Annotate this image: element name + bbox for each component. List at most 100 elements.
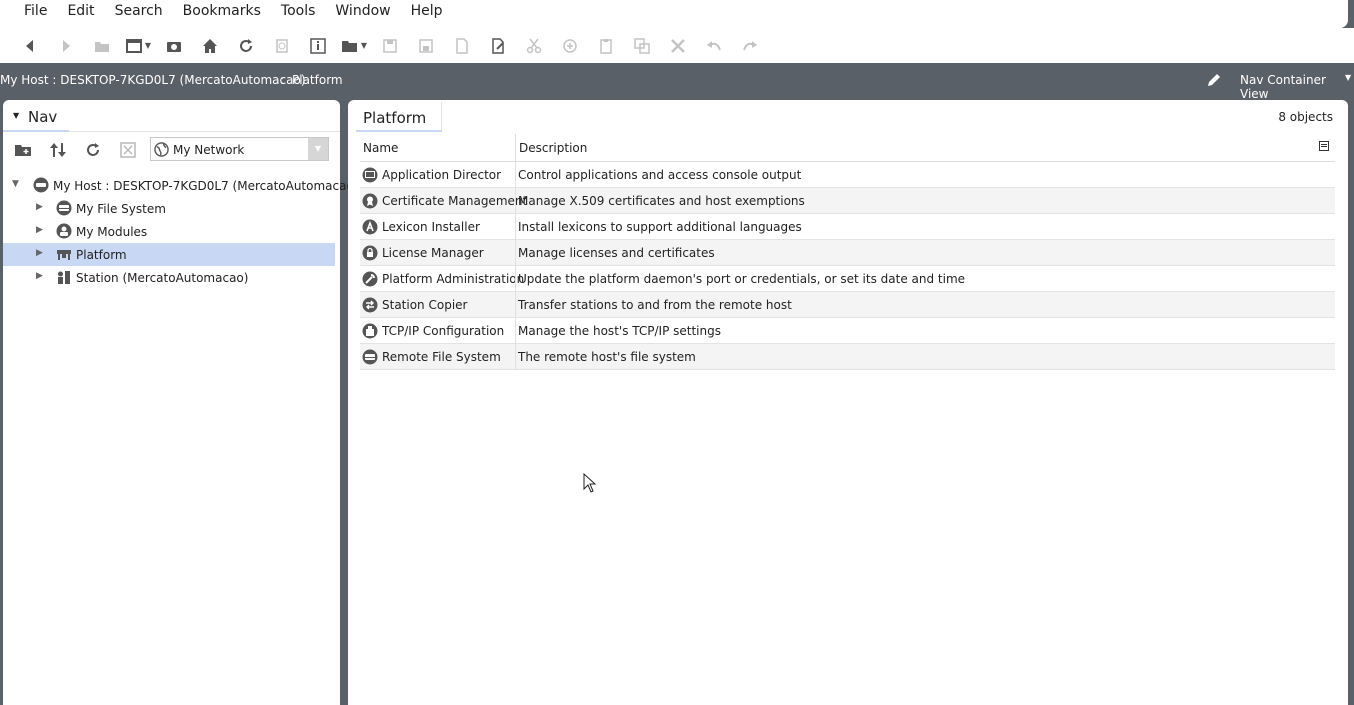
table-row[interactable]: Certificate Management Manage X.509 cert…	[360, 188, 1335, 214]
column-menu-icon[interactable]	[1319, 141, 1329, 151]
cut-button[interactable]	[516, 31, 552, 61]
tree-item-station[interactable]: ▶ Station (MercatoAutomacao)	[3, 266, 335, 289]
column-header-name[interactable]: Name	[363, 141, 398, 155]
certificate-icon	[362, 193, 378, 209]
tree-item-platform[interactable]: ▶ Platform	[3, 243, 335, 266]
tree-label: My Host : DESKTOP-7KGD0L7 (MercatoAutoma…	[53, 179, 359, 193]
modules-icon	[56, 223, 72, 239]
file-system-icon	[56, 200, 72, 216]
refresh-tree-button[interactable]	[82, 139, 104, 161]
history-button[interactable]	[264, 31, 300, 61]
open-button[interactable]: ▼	[336, 31, 372, 61]
forward-button[interactable]	[48, 31, 84, 61]
table-row[interactable]: Station Copier Transfer stations to and …	[360, 292, 1335, 318]
row-description: The remote host's file system	[518, 350, 696, 364]
breadcrumb-host[interactable]: My Host : DESKTOP-7KGD0L7 (MercatoAutoma…	[0, 73, 306, 87]
breadcrumb-platform[interactable]: Platform	[292, 73, 343, 87]
chevron-down-icon[interactable]: ▼	[308, 138, 328, 160]
menu-search[interactable]: Search	[105, 0, 173, 28]
duplicate-icon	[634, 37, 650, 54]
redo-button[interactable]	[732, 31, 768, 61]
station-icon	[58, 271, 70, 284]
tree-item-file-system[interactable]: ▶ My File System	[3, 197, 335, 220]
back-button[interactable]	[12, 31, 48, 61]
menu-tools[interactable]: Tools	[271, 0, 326, 28]
table-row[interactable]: Application Director Control application…	[360, 162, 1335, 188]
save-button[interactable]	[372, 31, 408, 61]
menu-window[interactable]: Window	[325, 0, 400, 28]
view-selector[interactable]: Nav Container View	[1240, 73, 1354, 101]
history-icon	[276, 38, 288, 53]
tree-item-modules[interactable]: ▶ My Modules	[3, 220, 335, 243]
close-icon	[671, 38, 685, 53]
tab-platform[interactable]: Platform	[356, 102, 442, 132]
chevron-down-icon[interactable]: ▼	[13, 111, 19, 120]
table-row[interactable]: Remote File System The remote host's fil…	[360, 344, 1335, 370]
home-button[interactable]	[192, 31, 228, 61]
paste-button[interactable]	[588, 31, 624, 61]
network-select[interactable]: My Network ▼	[150, 137, 329, 161]
menu-file[interactable]: File	[14, 0, 57, 28]
export-icon	[456, 37, 468, 54]
delete-button[interactable]	[660, 31, 696, 61]
table-row[interactable]: Lexicon Installer Install lexicons to su…	[360, 214, 1335, 240]
globe-icon	[154, 142, 169, 157]
scissors-icon	[526, 38, 542, 53]
up-level-button[interactable]	[84, 31, 120, 61]
row-name: Application Director	[382, 168, 502, 182]
info-icon	[310, 37, 326, 54]
redo-icon	[743, 40, 757, 50]
expand-arrow-icon[interactable]: ▶	[36, 202, 43, 212]
nav-tree: ▼ My Host : DESKTOP-7KGD0L7 (MercatoAuto…	[3, 174, 359, 289]
chevron-down-icon[interactable]: ▼	[1345, 73, 1351, 82]
row-name: Certificate Management	[382, 194, 528, 208]
save-all-button[interactable]	[408, 31, 444, 61]
forward-arrow-icon	[63, 39, 70, 52]
new-folder-button[interactable]	[12, 139, 34, 161]
folder-up-icon	[95, 41, 109, 52]
back-arrow-icon	[26, 39, 33, 52]
table-row[interactable]: Platform Administration Update the platf…	[360, 266, 1335, 292]
home-station-button[interactable]	[156, 31, 192, 61]
save-icon	[383, 38, 397, 53]
expand-arrow-icon[interactable]: ▶	[36, 271, 43, 281]
sort-button[interactable]	[47, 139, 69, 161]
menu-edit[interactable]: Edit	[57, 0, 104, 28]
remote-file-system-icon	[362, 349, 378, 365]
save-all-icon	[419, 38, 433, 53]
close-tree-button[interactable]	[117, 139, 139, 161]
sort-icon	[50, 143, 66, 157]
lexicon-icon	[362, 219, 378, 235]
pencil-icon[interactable]	[1206, 72, 1222, 88]
duplicate-button[interactable]	[624, 31, 660, 61]
menu-help[interactable]: Help	[401, 0, 453, 28]
info-button[interactable]	[300, 31, 336, 61]
folder-add-icon	[15, 145, 31, 156]
row-divider	[515, 318, 516, 344]
table-row[interactable]: License Manager Manage licenses and cert…	[360, 240, 1335, 266]
edit-button[interactable]	[480, 31, 516, 61]
row-name: Platform Administration	[382, 272, 525, 286]
tree-root-host[interactable]: ▼ My Host : DESKTOP-7KGD0L7 (MercatoAuto…	[3, 174, 359, 197]
menu-bookmarks[interactable]: Bookmarks	[173, 0, 271, 28]
row-description: Install lexicons to support additional l…	[518, 220, 802, 234]
table-row[interactable]: TCP/IP Configuration Manage the host's T…	[360, 318, 1335, 344]
column-divider[interactable]	[515, 134, 516, 162]
tree-label: Platform	[76, 248, 127, 262]
expand-arrow-icon[interactable]: ▶	[36, 248, 43, 258]
export-button[interactable]	[444, 31, 480, 61]
undo-button[interactable]	[696, 31, 732, 61]
refresh-button[interactable]	[228, 31, 264, 61]
collapse-arrow-icon[interactable]: ▼	[12, 179, 19, 189]
main-panel: Platform 8 objects Name Description Appl…	[348, 100, 1348, 705]
path-bar: My Host : DESKTOP-7KGD0L7 (MercatoAutoma…	[0, 63, 1354, 101]
tree-label: My File System	[76, 202, 166, 216]
nav-tab[interactable]: ▼ Nav	[3, 100, 69, 132]
copy-button[interactable]	[552, 31, 588, 61]
mouse-cursor-icon	[583, 473, 597, 493]
table-header: Name Description	[360, 134, 1335, 162]
expand-arrow-icon[interactable]: ▶	[36, 225, 43, 235]
row-description: Update the platform daemon's port or cre…	[518, 272, 966, 286]
side-bar-button[interactable]: ▼	[120, 31, 156, 61]
column-header-description[interactable]: Description	[519, 141, 587, 155]
